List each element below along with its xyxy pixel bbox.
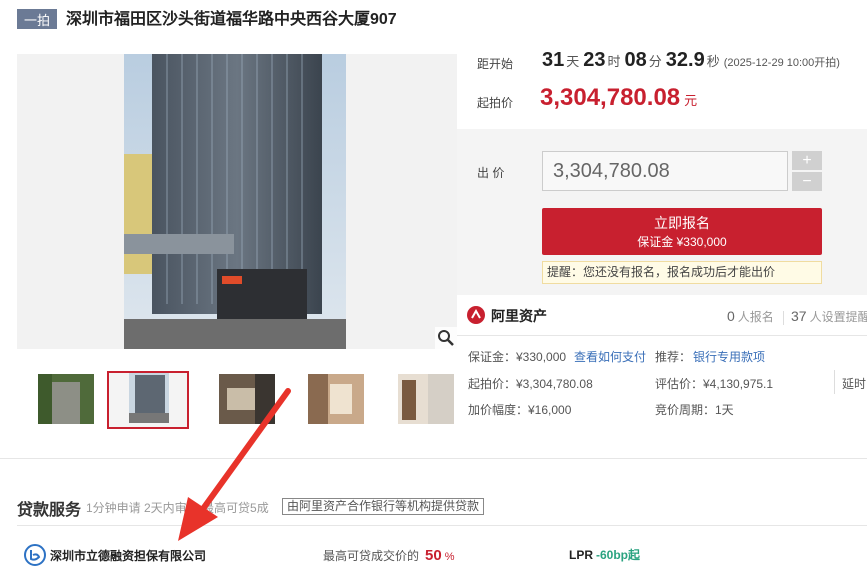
starting-price-value: 3,304,780.08 xyxy=(540,84,681,111)
countdown-label: 距开始 xyxy=(477,57,514,71)
decrease-bid-button[interactable]: − xyxy=(792,172,822,191)
countdown-minutes: 08 xyxy=(624,49,647,71)
lpr-label: LPR xyxy=(569,548,593,562)
signup-button-label: 立即报名 xyxy=(654,215,710,231)
auction-round-badge: 一拍 xyxy=(17,9,57,29)
annotation-arrow xyxy=(178,388,291,541)
divider xyxy=(834,370,835,394)
reminder-count-unit: 人设置提醒 xyxy=(809,310,867,324)
loan-ratio-unit: % xyxy=(444,551,455,563)
increment-info: 加价幅度：¥16,000 xyxy=(468,403,572,417)
loan-ratio: 最高可贷成交价的 50% xyxy=(323,547,454,564)
alibaba-asset-logo xyxy=(467,306,485,324)
signup-count-value: 0 xyxy=(727,308,735,324)
magnifier-icon[interactable] xyxy=(435,327,457,349)
page-title: 深圳市福田区沙头街道福华路中央西谷大厦907 xyxy=(66,11,397,28)
bid-label: 出 价 xyxy=(477,166,505,180)
bank-payment-link[interactable]: 银行专用款项 xyxy=(693,348,765,365)
countdown-hours: 23 xyxy=(583,49,606,71)
countdown-days-unit: 天 xyxy=(566,54,580,69)
signup-count-unit: 人报名 xyxy=(737,310,774,324)
loan-company-name[interactable]: 深圳市立德融资担保有限公司 xyxy=(50,547,206,564)
thumbnail-4[interactable] xyxy=(308,374,364,424)
appraisal-info: 评估价：¥4,130,975.1 xyxy=(655,377,774,391)
delay-info: 延时 xyxy=(842,377,867,391)
countdown-timer: 31 天 23 时 08 分 32.9 秒 (2025-12-29 10:00开拍) xyxy=(542,49,840,72)
main-photo[interactable] xyxy=(17,54,457,349)
loan-provider-tag: 由阿里资产合作银行等机构提供贷款 xyxy=(282,498,485,515)
loan-ratio-value: 50 xyxy=(425,547,442,564)
lpr-value: -60bp起 xyxy=(596,548,641,562)
signup-deposit: 保证金 ¥330,000 xyxy=(637,235,727,249)
loan-ratio-label: 最高可贷成交价的 xyxy=(323,549,420,563)
thumbnail-1[interactable] xyxy=(38,374,94,424)
bid-amount-input[interactable]: 3,304,780.08 xyxy=(542,151,788,191)
starting-price-unit: 元 xyxy=(684,93,698,108)
countdown-days: 31 xyxy=(542,49,565,71)
starting-price-label: 起拍价 xyxy=(477,96,514,110)
divider xyxy=(457,335,867,336)
deposit-info: 保证金：¥330,000 xyxy=(468,350,567,364)
reminder-count: 37 人设置提醒 xyxy=(791,308,867,326)
thumbnail-5[interactable] xyxy=(398,374,454,424)
cycle-info: 竞价周期：1天 xyxy=(655,403,734,417)
start-price-info: 起拍价：¥3,304,780.08 xyxy=(468,377,593,391)
start-time-note: (2025-12-29 10:00开拍) xyxy=(723,57,840,69)
signup-count: 0 人报名 xyxy=(727,308,774,326)
divider xyxy=(783,311,784,325)
signup-notice: 提醒：您还没有报名，报名成功后才能出价 xyxy=(542,261,822,284)
recommend-label: 推荐： xyxy=(655,350,692,364)
building-photo xyxy=(124,54,346,349)
section-divider xyxy=(0,458,867,459)
company-logo xyxy=(24,544,46,566)
reminder-count-value: 37 xyxy=(791,308,807,324)
countdown-seconds-unit: 秒 xyxy=(706,54,720,69)
how-to-pay-link[interactable]: 查看如何支付 xyxy=(574,348,646,365)
lpr-rate: LPR -60bp起 xyxy=(569,546,640,563)
countdown-minutes-unit: 分 xyxy=(648,54,662,69)
platform-name: 阿里资产 xyxy=(491,308,547,324)
signup-button[interactable]: 立即报名 保证金 ¥330,000 xyxy=(542,208,822,255)
countdown-hours-unit: 时 xyxy=(607,54,621,69)
loan-section-title: 贷款服务 xyxy=(17,502,82,519)
increase-bid-button[interactable]: + xyxy=(792,151,822,170)
countdown-seconds: 32.9 xyxy=(665,49,705,71)
divider xyxy=(17,525,867,526)
starting-price: 3,304,780.08 元 xyxy=(540,84,697,112)
